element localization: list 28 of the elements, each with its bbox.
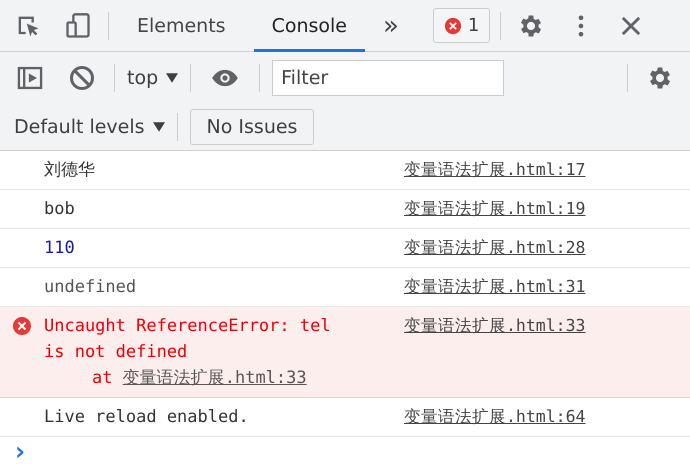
- log-message: Live reload enabled.: [44, 407, 249, 427]
- source-link[interactable]: 变量语法扩展.html:28: [404, 235, 586, 261]
- source-link[interactable]: 变量语法扩展.html:33: [404, 313, 586, 391]
- prompt-caret[interactable]: ›: [12, 437, 28, 466]
- more-tabs-button[interactable]: »: [375, 10, 407, 40]
- issues-button[interactable]: No Issues: [190, 109, 314, 145]
- context-dropdown[interactable]: top: [127, 67, 178, 89]
- source-link[interactable]: 变量语法扩展.html:64: [404, 404, 586, 430]
- dropdown-arrow-icon: [152, 122, 165, 132]
- error-icon: [12, 316, 32, 336]
- log-message: 110: [44, 238, 75, 258]
- sidebar-icon[interactable]: [16, 64, 44, 92]
- log-levels-dropdown[interactable]: Default levels: [14, 116, 165, 138]
- log-message: undefined: [44, 277, 136, 297]
- panel-tab[interactable]: Elements: [119, 0, 244, 52]
- stack-at-label: at: [92, 368, 112, 388]
- stack-link[interactable]: 变量语法扩展.html:33: [122, 368, 307, 388]
- filter-field[interactable]: Filter: [272, 60, 504, 96]
- clear-console-icon[interactable]: [68, 64, 96, 92]
- source-link[interactable]: 变量语法扩展.html:19: [404, 196, 586, 222]
- source-link[interactable]: 变量语法扩展.html:31: [404, 274, 586, 300]
- device-toolbar-icon[interactable]: [64, 12, 92, 40]
- log-message: bob: [44, 199, 75, 219]
- log-message: 刘德华: [44, 160, 95, 180]
- error-icon: [444, 16, 462, 34]
- error-count-button[interactable]: 1: [432, 8, 490, 43]
- dropdown-arrow-icon: [166, 73, 178, 83]
- source-link[interactable]: 变量语法扩展.html:17: [404, 157, 586, 183]
